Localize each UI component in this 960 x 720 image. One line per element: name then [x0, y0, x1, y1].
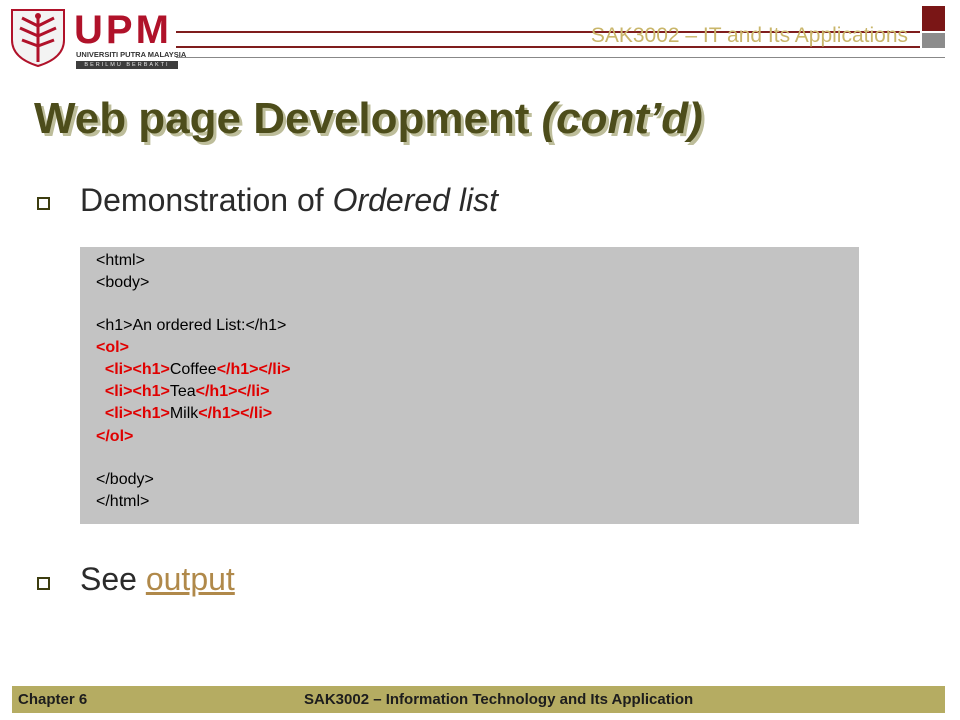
upm-wordmark: UPM	[74, 8, 172, 52]
slide-title: Web page Development (cont’d)	[34, 94, 703, 144]
footer-course: SAK3002 – Information Technology and Its…	[304, 691, 694, 708]
code-tag-li: <li>	[104, 383, 133, 400]
code-tag-h1-close: </h1>	[195, 383, 238, 400]
code-tag: </h1>	[245, 317, 287, 334]
corner-square-red	[922, 6, 945, 31]
bullet-demonstration-text: Demonstration of	[80, 182, 333, 218]
bullet-demonstration: Demonstration of Ordered list	[80, 182, 498, 219]
code-item-text: Coffee	[169, 361, 217, 378]
code-line-ol-open: <ol>	[96, 339, 129, 356]
course-header: SAK3002 – IT and Its Applications	[590, 24, 908, 47]
header-separator	[176, 57, 945, 58]
code-line-item-milk: <li><h1>Milk</h1></li>	[96, 405, 272, 423]
upm-logo: UPM UNIVERSITI PUTRA MALAYSIA BERILMU BE…	[8, 6, 186, 69]
corner-square-gray	[922, 33, 945, 48]
code-sample: <html> <body> <h1>An ordered List:</h1> …	[80, 247, 859, 524]
code-tag-li-close: </li>	[240, 405, 273, 422]
code-line-body: <body>	[96, 274, 150, 291]
code-tag-h1: <h1>	[132, 361, 170, 378]
bullet-see-text: See	[80, 561, 146, 597]
upm-shield-icon	[11, 9, 65, 68]
bullet-demonstration-italic: Ordered list	[332, 182, 498, 218]
bullet-square-icon	[37, 577, 50, 590]
code-line-ol-close: </ol>	[96, 428, 134, 445]
code-item-text: Milk	[169, 405, 199, 422]
code-tag: <h1>	[96, 317, 133, 334]
code-line-item-coffee: <li><h1>Coffee</h1></li>	[96, 361, 291, 379]
footer-chapter: Chapter 6	[18, 691, 88, 708]
code-tag-h1: <h1>	[132, 383, 170, 400]
code-tag-h1: <h1>	[132, 405, 170, 422]
code-item-text: Tea	[169, 383, 196, 400]
code-line-html-close: </html>	[96, 493, 150, 510]
university-name: UNIVERSITI PUTRA MALAYSIA	[76, 50, 187, 59]
code-tag-li: <li>	[104, 405, 133, 422]
code-text: An ordered List:	[132, 317, 246, 334]
university-motto: BERILMU BERBAKTI	[76, 61, 178, 69]
code-line-heading: <h1>An ordered List:</h1>	[96, 317, 286, 335]
code-tag-li-close: </li>	[258, 361, 291, 378]
code-tag-li: <li>	[104, 361, 133, 378]
code-tag-h1-close: </h1>	[198, 405, 241, 422]
code-line-body-close: </body>	[96, 471, 154, 488]
code-tag-li-close: </li>	[237, 383, 270, 400]
slide-title-main: Web page Development	[34, 94, 530, 143]
code-tag-h1-close: </h1>	[216, 361, 259, 378]
output-link[interactable]: output	[146, 561, 235, 597]
slide-title-suffix: (cont’d)	[541, 94, 703, 143]
bullet-square-icon	[37, 197, 50, 210]
code-line-item-tea: <li><h1>Tea</h1></li>	[96, 383, 270, 401]
footer-bar: Chapter 6 SAK3002 – Information Technolo…	[12, 686, 945, 713]
bullet-see-output: See output	[80, 561, 235, 598]
code-line-html: <html>	[96, 252, 145, 269]
